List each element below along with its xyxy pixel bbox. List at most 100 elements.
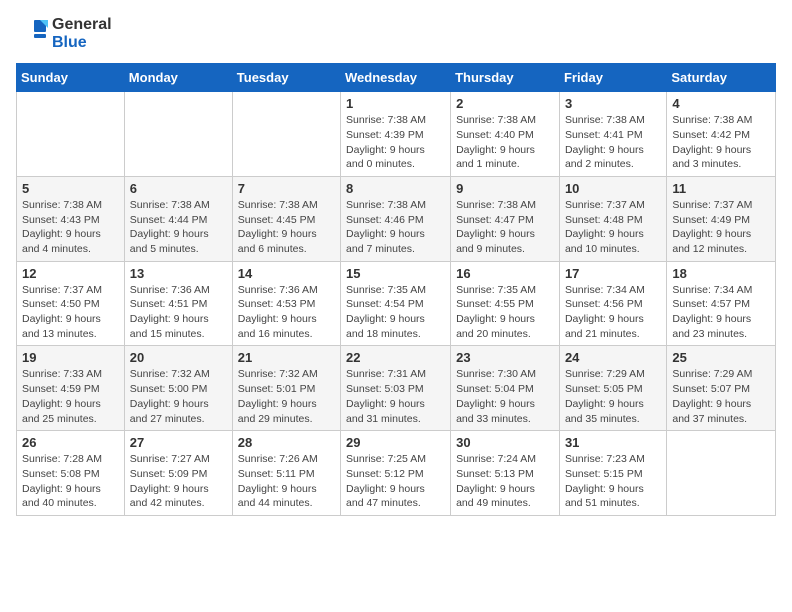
calendar-cell [667, 431, 776, 516]
day-number: 13 [130, 266, 227, 281]
logo-text: General [52, 16, 112, 34]
calendar-week-5: 26Sunrise: 7:28 AM Sunset: 5:08 PM Dayli… [17, 431, 776, 516]
calendar-week-2: 5 Sunrise: 7:38 AM Sunset: 4:43 PM Daylig… [17, 176, 776, 261]
day-number: 12 [22, 266, 119, 281]
calendar-week-3: 12 Sunrise: 7:37 AM Sunset: 4:50 PM Dayli… [17, 261, 776, 346]
calendar-cell: 20 Sunrise: 7:32 AM Sunset: 5:00 PM Dayli… [124, 346, 232, 431]
logo: General Blue [16, 16, 112, 51]
calendar-cell: 22 Sunrise: 7:31 AM Sunset: 5:03 PM Dayli… [341, 346, 451, 431]
calendar-cell: 15 Sunrise: 7:35 AM Sunset: 4:54 PM Dayli… [341, 261, 451, 346]
day-number: 29 [346, 435, 445, 450]
calendar-cell: 3 Sunrise: 7:38 AM Sunset: 4:41 PM Daylig… [559, 92, 666, 177]
day-detail: Sunrise: 7:38 AM Sunset: 4:41 PM Dayligh… [565, 113, 661, 172]
calendar-cell: 7Sunrise: 7:38 AM Sunset: 4:45 PM Daylig… [232, 176, 340, 261]
calendar-week-1: 1 Sunrise: 7:38 AM Sunset: 4:39 PM Daylig… [17, 92, 776, 177]
day-number: 10 [565, 181, 661, 196]
day-detail: Sunrise: 7:38 AM Sunset: 4:43 PM Dayligh… [22, 198, 119, 257]
day-number: 3 [565, 96, 661, 111]
calendar-cell: 2 Sunrise: 7:38 AM Sunset: 4:40 PM Daylig… [451, 92, 560, 177]
calendar-cell: 23 Sunrise: 7:30 AM Sunset: 5:04 PM Dayli… [451, 346, 560, 431]
calendar-header-friday: Friday [559, 64, 666, 92]
day-detail: Sunrise: 7:26 AM Sunset: 5:11 PM Dayligh… [238, 452, 335, 511]
calendar-cell: 9 Sunrise: 7:38 AM Sunset: 4:47 PM Daylig… [451, 176, 560, 261]
day-number: 8 [346, 181, 445, 196]
day-detail: Sunrise: 7:32 AM Sunset: 5:00 PM Dayligh… [130, 367, 227, 426]
calendar-cell: 8Sunrise: 7:38 AM Sunset: 4:46 PM Daylig… [341, 176, 451, 261]
calendar-cell: 1 Sunrise: 7:38 AM Sunset: 4:39 PM Daylig… [341, 92, 451, 177]
day-detail: Sunrise: 7:33 AM Sunset: 4:59 PM Dayligh… [22, 367, 119, 426]
day-detail: Sunrise: 7:37 AM Sunset: 4:50 PM Dayligh… [22, 283, 119, 342]
day-detail: Sunrise: 7:31 AM Sunset: 5:03 PM Dayligh… [346, 367, 445, 426]
calendar-cell [17, 92, 125, 177]
day-number: 20 [130, 350, 227, 365]
calendar-cell: 27 Sunrise: 7:27 AM Sunset: 5:09 PM Dayli… [124, 431, 232, 516]
day-detail: Sunrise: 7:34 AM Sunset: 4:56 PM Dayligh… [565, 283, 661, 342]
day-detail: Sunrise: 7:36 AM Sunset: 4:53 PM Dayligh… [238, 283, 335, 342]
calendar-header-tuesday: Tuesday [232, 64, 340, 92]
day-detail: Sunrise: 7:38 AM Sunset: 4:40 PM Dayligh… [456, 113, 554, 172]
day-number: 11 [672, 181, 770, 196]
day-detail: Sunrise: 7:38 AM Sunset: 4:42 PM Dayligh… [672, 113, 770, 172]
day-detail: Sunrise: 7:37 AM Sunset: 4:48 PM Dayligh… [565, 198, 661, 257]
day-number: 31 [565, 435, 661, 450]
calendar-cell: 25 Sunrise: 7:29 AM Sunset: 5:07 PM Dayli… [667, 346, 776, 431]
calendar-cell: 19 Sunrise: 7:33 AM Sunset: 4:59 PM Dayli… [17, 346, 125, 431]
day-detail: Sunrise: 7:34 AM Sunset: 4:57 PM Dayligh… [672, 283, 770, 342]
day-number: 28 [238, 435, 335, 450]
day-number: 23 [456, 350, 554, 365]
day-detail: Sunrise: 7:29 AM Sunset: 5:07 PM Dayligh… [672, 367, 770, 426]
calendar-cell: 14 Sunrise: 7:36 AM Sunset: 4:53 PM Dayli… [232, 261, 340, 346]
day-number: 19 [22, 350, 119, 365]
calendar-cell: 17 Sunrise: 7:34 AM Sunset: 4:56 PM Dayli… [559, 261, 666, 346]
day-detail: Sunrise: 7:32 AM Sunset: 5:01 PM Dayligh… [238, 367, 335, 426]
day-number: 6 [130, 181, 227, 196]
calendar-cell: 4 Sunrise: 7:38 AM Sunset: 4:42 PM Daylig… [667, 92, 776, 177]
day-detail: Sunrise: 7:27 AM Sunset: 5:09 PM Dayligh… [130, 452, 227, 511]
calendar-cell: 12 Sunrise: 7:37 AM Sunset: 4:50 PM Dayli… [17, 261, 125, 346]
day-detail: Sunrise: 7:35 AM Sunset: 4:54 PM Dayligh… [346, 283, 445, 342]
day-detail: Sunrise: 7:38 AM Sunset: 4:44 PM Dayligh… [130, 198, 227, 257]
day-number: 18 [672, 266, 770, 281]
day-number: 4 [672, 96, 770, 111]
calendar-cell: 5 Sunrise: 7:38 AM Sunset: 4:43 PM Daylig… [17, 176, 125, 261]
day-number: 22 [346, 350, 445, 365]
day-number: 9 [456, 181, 554, 196]
calendar-header-sunday: Sunday [17, 64, 125, 92]
calendar-header-thursday: Thursday [451, 64, 560, 92]
calendar-cell: 11Sunrise: 7:37 AM Sunset: 4:49 PM Dayli… [667, 176, 776, 261]
calendar-cell: 16Sunrise: 7:35 AM Sunset: 4:55 PM Dayli… [451, 261, 560, 346]
calendar-cell: 21 Sunrise: 7:32 AM Sunset: 5:01 PM Dayli… [232, 346, 340, 431]
day-number: 2 [456, 96, 554, 111]
day-detail: Sunrise: 7:38 AM Sunset: 4:39 PM Dayligh… [346, 113, 445, 172]
calendar-cell: 30Sunrise: 7:24 AM Sunset: 5:13 PM Dayli… [451, 431, 560, 516]
header: General Blue [16, 16, 776, 51]
day-number: 17 [565, 266, 661, 281]
day-detail: Sunrise: 7:23 AM Sunset: 5:15 PM Dayligh… [565, 452, 661, 511]
day-detail: Sunrise: 7:28 AM Sunset: 5:08 PM Dayligh… [22, 452, 119, 511]
day-detail: Sunrise: 7:30 AM Sunset: 5:04 PM Dayligh… [456, 367, 554, 426]
day-number: 27 [130, 435, 227, 450]
day-number: 16 [456, 266, 554, 281]
calendar-header-wednesday: Wednesday [341, 64, 451, 92]
day-number: 15 [346, 266, 445, 281]
day-number: 14 [238, 266, 335, 281]
day-number: 25 [672, 350, 770, 365]
day-detail: Sunrise: 7:36 AM Sunset: 4:51 PM Dayligh… [130, 283, 227, 342]
calendar-cell [124, 92, 232, 177]
calendar-cell: 18 Sunrise: 7:34 AM Sunset: 4:57 PM Dayli… [667, 261, 776, 346]
calendar-cell: 13 Sunrise: 7:36 AM Sunset: 4:51 PM Dayli… [124, 261, 232, 346]
calendar-cell: 24 Sunrise: 7:29 AM Sunset: 5:05 PM Dayli… [559, 346, 666, 431]
day-detail: Sunrise: 7:38 AM Sunset: 4:47 PM Dayligh… [456, 198, 554, 257]
day-detail: Sunrise: 7:38 AM Sunset: 4:45 PM Dayligh… [238, 198, 335, 257]
day-detail: Sunrise: 7:29 AM Sunset: 5:05 PM Dayligh… [565, 367, 661, 426]
calendar-week-4: 19 Sunrise: 7:33 AM Sunset: 4:59 PM Dayli… [17, 346, 776, 431]
day-number: 21 [238, 350, 335, 365]
calendar-header-saturday: Saturday [667, 64, 776, 92]
day-number: 1 [346, 96, 445, 111]
day-number: 5 [22, 181, 119, 196]
calendar-cell: 31 Sunrise: 7:23 AM Sunset: 5:15 PM Dayli… [559, 431, 666, 516]
day-detail: Sunrise: 7:25 AM Sunset: 5:12 PM Dayligh… [346, 452, 445, 511]
calendar-cell: 28 Sunrise: 7:26 AM Sunset: 5:11 PM Dayli… [232, 431, 340, 516]
day-number: 24 [565, 350, 661, 365]
day-number: 30 [456, 435, 554, 450]
